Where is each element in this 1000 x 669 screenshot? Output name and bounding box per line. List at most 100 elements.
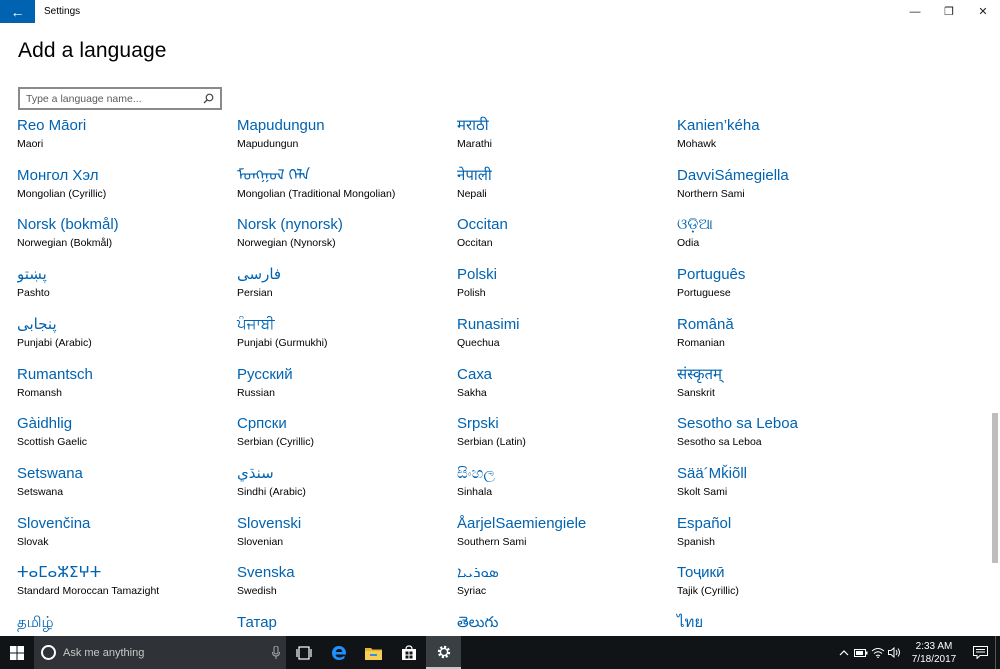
language-item[interactable]: DavviSámegiella Northern Sami: [677, 166, 892, 212]
language-item[interactable]: Svenska Swedish: [237, 563, 452, 609]
task-view-button[interactable]: [286, 636, 321, 669]
language-item[interactable]: Setswana Setswana: [17, 464, 232, 510]
scrollbar[interactable]: [990, 118, 998, 636]
search-input[interactable]: [20, 92, 198, 105]
language-native-name: Slovenski: [237, 515, 302, 532]
language-native-name: Español: [677, 515, 732, 532]
language-english-name: Polish: [457, 287, 486, 299]
language-native-name: Српски: [237, 415, 287, 432]
language-english-name: Punjabi (Arabic): [17, 337, 92, 349]
language-item[interactable]: Srpski Serbian (Latin): [457, 414, 672, 460]
language-item[interactable]: Русский Russian: [237, 365, 452, 411]
language-native-name: Mapudungun: [237, 117, 325, 134]
language-item[interactable]: Slovenčina Slovak: [17, 514, 232, 560]
language-item[interactable]: Reo Māori Maori: [17, 116, 232, 162]
edge-button[interactable]: [321, 636, 356, 669]
language-grid: Reo Māori Maori Mapudungun Mapudungun मराठी M…: [17, 116, 897, 636]
language-english-name: Sanskrit: [677, 387, 715, 399]
language-item[interactable]: ⵜⴰⵎⴰⵣⵉⵖⵜ Standard Moroccan Tamazight: [17, 563, 232, 609]
language-item[interactable]: ᠮᠣᠩᠭᠣᠯ ᠬᠡᠯᠡ Mongolian (Traditional Mongol…: [237, 166, 452, 212]
minimize-button[interactable]: —: [898, 0, 932, 23]
language-native-name: DavviSámegiella: [677, 167, 789, 184]
language-item[interactable]: Polski Polish: [457, 265, 672, 311]
language-item[interactable]: मराठी Marathi: [457, 116, 672, 162]
language-item[interactable]: नेपाली Nepali: [457, 166, 672, 212]
system-tray: 2:33 AM 7/18/2017: [835, 636, 1000, 669]
language-native-name: Саха: [457, 366, 493, 383]
language-item[interactable]: Српски Serbian (Cyrillic): [237, 414, 452, 460]
language-item[interactable]: Norsk (bokmål) Norwegian (Bokmål): [17, 215, 232, 261]
language-item[interactable]: Mapudungun Mapudungun: [237, 116, 452, 162]
language-item[interactable]: سنڌي Sindhi (Arabic): [237, 464, 452, 510]
language-native-name: ไทย: [677, 614, 704, 631]
language-item[interactable]: ਪੰਜਾਬੀ Punjabi (Gurmukhi): [237, 315, 452, 361]
volume-icon[interactable]: [886, 636, 903, 669]
language-english-name: Mongolian (Cyrillic): [17, 188, 107, 200]
language-item[interactable]: සිංහල Sinhala: [457, 464, 672, 510]
language-native-name: Slovenčina: [17, 515, 91, 532]
language-item[interactable]: Тоҷикӣ Tajik (Cyrillic): [677, 563, 892, 609]
language-english-name: Pashto: [17, 287, 50, 299]
wifi-icon[interactable]: [869, 636, 886, 669]
language-english-name: Maori: [17, 138, 44, 150]
action-center-button[interactable]: [965, 636, 995, 669]
edge-icon: [331, 645, 346, 660]
language-item[interactable]: Kanien’kéha Mohawk: [677, 116, 892, 162]
language-native-name: ᠮᠣᠩᠭᠣᠯ ᠬᠡᠯᠡ: [237, 167, 310, 184]
language-native-name: پنجابی: [17, 316, 57, 333]
language-english-name: Skolt Sami: [677, 486, 728, 498]
language-item[interactable]: Sesotho sa Leboa Sesotho sa Leboa: [677, 414, 892, 460]
language-item[interactable]: Română Romanian: [677, 315, 892, 361]
language-item[interactable]: Rumantsch Romansh: [17, 365, 232, 411]
language-native-name: Тоҷикӣ: [677, 564, 725, 581]
language-native-name: Norsk (nynorsk): [237, 216, 343, 233]
show-desktop-button[interactable]: [995, 636, 1000, 669]
language-english-name: Sinhala: [457, 486, 493, 498]
cortana-search-box[interactable]: Ask me anything: [34, 636, 286, 669]
language-item[interactable]: తెలుగు: [457, 613, 672, 636]
notification-icon: [972, 646, 988, 659]
language-item[interactable]: Gàidhlig Scottish Gaelic: [17, 414, 232, 460]
language-item[interactable]: ଓଡ଼ିଆ Odia: [677, 215, 892, 261]
show-hidden-icons-chevron-icon[interactable]: [835, 636, 852, 669]
language-item[interactable]: ܣܘܪܝܝܐ Syriac: [457, 563, 672, 609]
language-item[interactable]: پښتو Pashto: [17, 265, 232, 311]
language-item[interactable]: Sää´Mǩiõll Skolt Sami: [677, 464, 892, 510]
battery-icon[interactable]: [852, 636, 869, 669]
language-item[interactable]: Português Portuguese: [677, 265, 892, 311]
language-item[interactable]: فارسی Persian: [237, 265, 452, 311]
close-button[interactable]: ✕: [966, 0, 1000, 23]
back-arrow-icon: ←: [10, 3, 25, 20]
language-item[interactable]: ไทย: [677, 613, 892, 636]
language-item[interactable]: Саха Sakha: [457, 365, 672, 411]
language-item[interactable]: Runasimi Quechua: [457, 315, 672, 361]
language-item[interactable]: Español Spanish: [677, 514, 892, 560]
language-english-name: Punjabi (Gurmukhi): [237, 337, 328, 349]
search-icon[interactable]: [198, 93, 218, 104]
language-item[interactable]: Norsk (nynorsk) Norwegian (Nynorsk): [237, 215, 452, 261]
back-button[interactable]: ←: [0, 0, 35, 23]
file-explorer-button[interactable]: [356, 636, 391, 669]
clock-date: 7/18/2017: [911, 653, 957, 665]
language-english-name: Norwegian (Nynorsk): [237, 237, 336, 249]
settings-taskbar-button[interactable]: [426, 636, 461, 669]
scrollbar-thumb[interactable]: [992, 413, 998, 563]
language-english-name: Romanian: [677, 337, 725, 349]
language-item[interactable]: ÅarjelSaemiengiele Southern Sami: [457, 514, 672, 560]
restore-button[interactable]: ❐: [932, 0, 966, 23]
language-item[interactable]: Occitan Occitan: [457, 215, 672, 261]
language-item[interactable]: संस्कृतम् Sanskrit: [677, 365, 892, 411]
language-item[interactable]: தமிழ்: [17, 613, 232, 636]
language-english-name: Sakha: [457, 387, 487, 399]
taskbar-clock[interactable]: 2:33 AM 7/18/2017: [903, 640, 965, 666]
microphone-icon[interactable]: [266, 646, 286, 659]
language-item[interactable]: پنجابی Punjabi (Arabic): [17, 315, 232, 361]
language-search-box[interactable]: [18, 87, 222, 110]
store-button[interactable]: [391, 636, 426, 669]
language-native-name: سنڌي: [237, 465, 274, 482]
language-item[interactable]: Slovenski Slovenian: [237, 514, 452, 560]
language-item[interactable]: Татар: [237, 613, 452, 636]
start-button[interactable]: [0, 636, 34, 669]
language-english-name: Scottish Gaelic: [17, 436, 88, 448]
language-item[interactable]: Монгол Хэл Mongolian (Cyrillic): [17, 166, 232, 212]
